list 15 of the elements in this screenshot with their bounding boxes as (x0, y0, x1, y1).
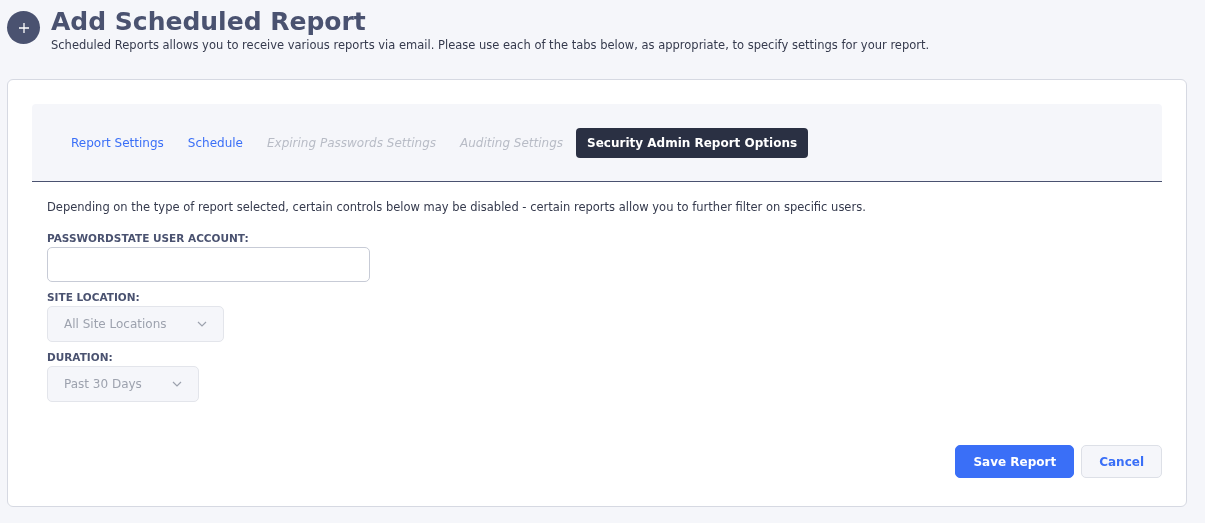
tab[interactable]: Security Admin Report Options (576, 127, 809, 158)
field-label: DURATION: (47, 351, 114, 363)
cancel-button[interactable]: Cancel (1081, 445, 1162, 478)
info-text: Depending on the type of report selected, certain controls below may be disabled - certain reports allow you to further filter on specific users. (47, 200, 867, 214)
field-label: SITE LOCATION: (47, 291, 141, 303)
add-icon (7, 11, 40, 44)
page-description: Scheduled Reports allows you to receive various reports via email. Please use each of the tabs below, as appropriate, to specify settings for your report. (51, 38, 930, 52)
tab[interactable]: Schedule (176, 127, 254, 158)
field-label: PASSWORDSTATE USER ACCOUNT: (47, 232, 250, 244)
page-title: Add Scheduled Report (51, 7, 367, 37)
chevron-down-icon (196, 321, 207, 327)
tab[interactable]: Report Settings (60, 127, 175, 158)
input-field[interactable] (47, 247, 370, 282)
chevron-down-icon (171, 381, 182, 387)
save-button[interactable]: Save Report (955, 445, 1075, 478)
